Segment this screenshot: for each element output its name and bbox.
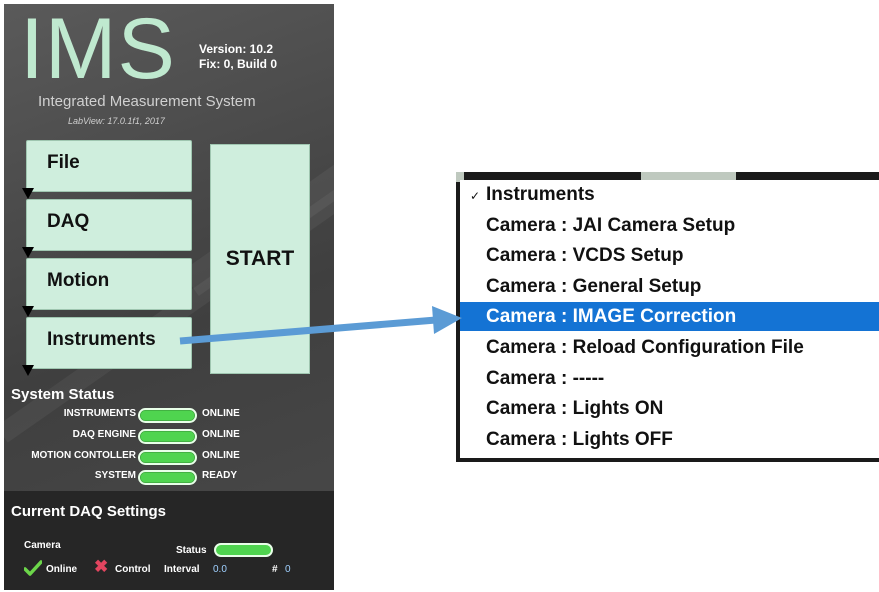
callout-arrow-shaft [179, 316, 437, 345]
callout-arrow-icon [179, 306, 462, 345]
callout-arrow-head [432, 306, 462, 334]
